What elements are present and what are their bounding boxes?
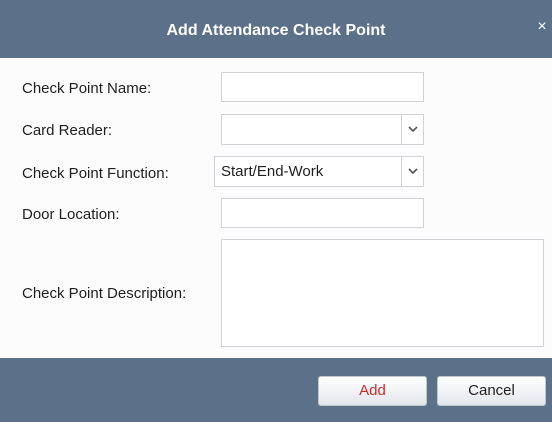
door-location-label: Door Location: (22, 206, 120, 223)
check-point-name-input[interactable] (221, 72, 424, 102)
check-point-name-label: Check Point Name: (22, 80, 152, 97)
dialog-title: Add Attendance Check Point (166, 22, 386, 39)
check-point-function-select[interactable]: Start/End-Work (214, 156, 424, 187)
dialog-footer: Add Cancel (0, 358, 552, 422)
door-location-input[interactable] (221, 198, 424, 228)
chevron-down-icon[interactable] (401, 157, 423, 186)
add-button[interactable]: Add (318, 376, 427, 406)
check-point-function-value: Start/End-Work (221, 163, 324, 180)
cancel-button[interactable]: Cancel (437, 376, 546, 406)
form-body: Check Point Name: Card Reader: Check Poi… (0, 58, 552, 358)
close-icon[interactable]: × (536, 19, 548, 35)
chevron-down-icon[interactable] (401, 115, 423, 144)
add-attendance-check-point-dialog: Add Attendance Check Point × Check Point… (0, 0, 552, 422)
card-reader-select[interactable] (221, 114, 424, 145)
card-reader-label: Card Reader: (22, 122, 113, 139)
check-point-function-label: Check Point Function: (22, 165, 169, 182)
check-point-description-textarea[interactable] (221, 239, 544, 347)
title-bar: Add Attendance Check Point × (0, 0, 552, 58)
check-point-description-label: Check Point Description: (22, 285, 187, 302)
